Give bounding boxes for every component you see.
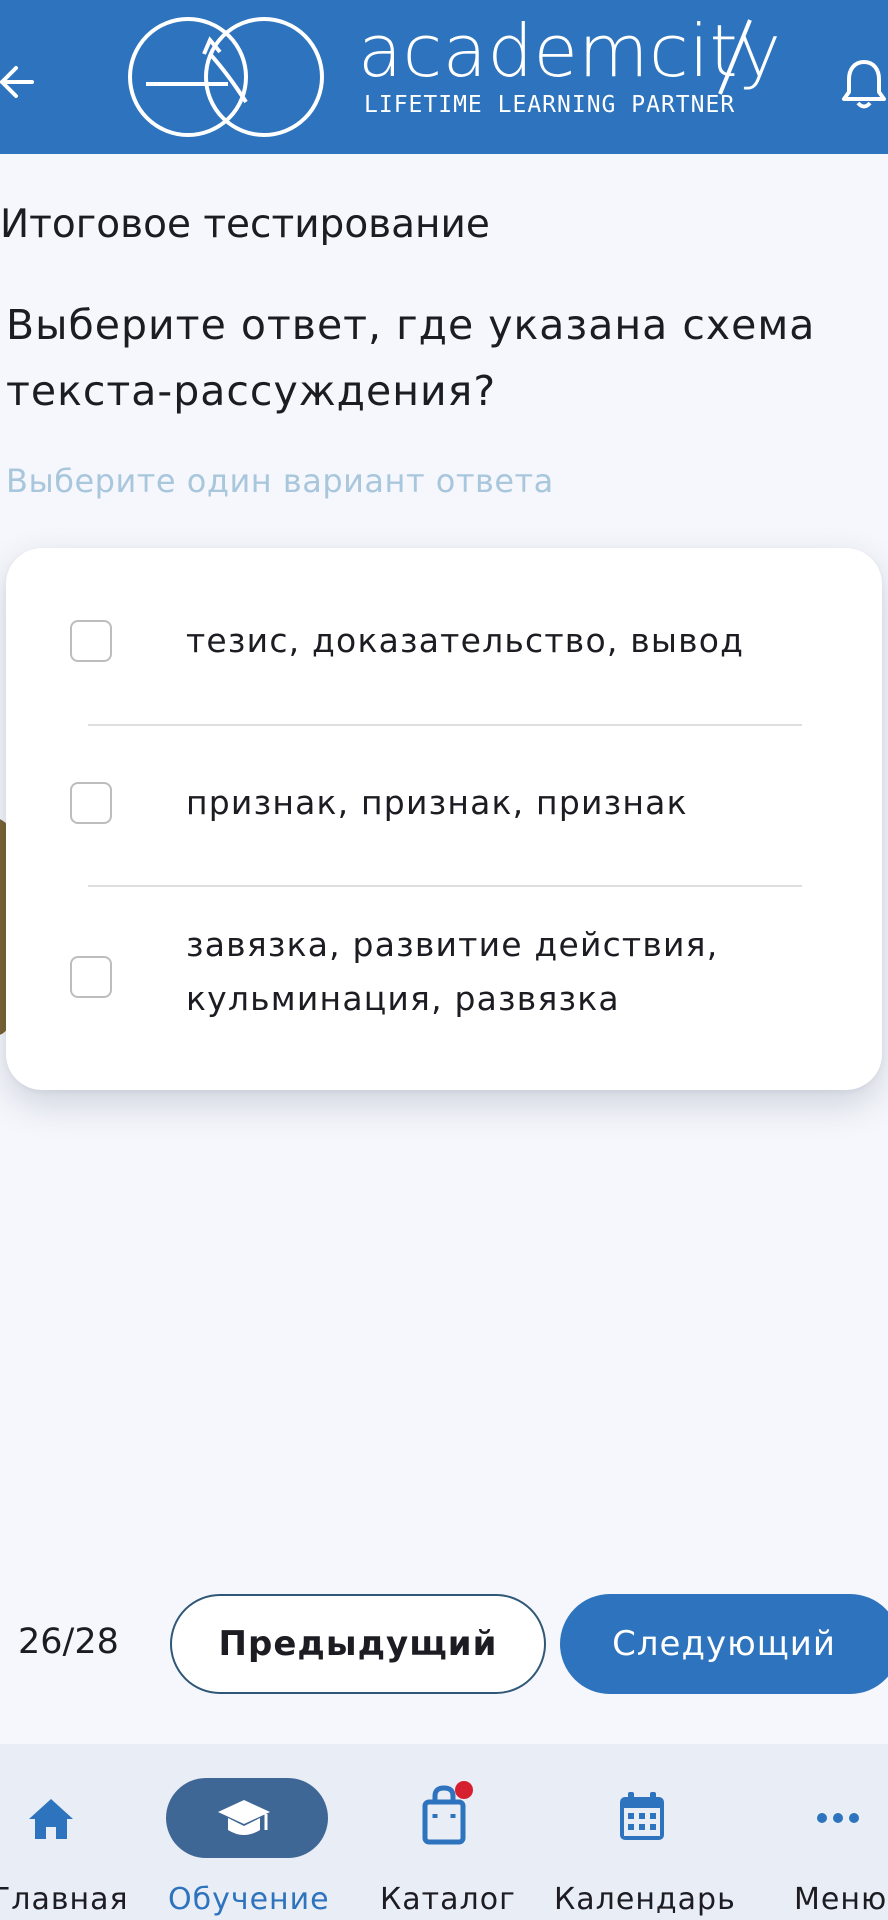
answer-checkbox-3[interactable]	[70, 956, 112, 998]
answer-label-2: признак, признак, признак	[186, 783, 688, 822]
answer-option-1[interactable]: тезис, доказательство, вывод	[6, 548, 882, 728]
academcity-logo-icon	[128, 17, 324, 137]
answer-option-3[interactable]: завязка, развитие действия, кульминация,…	[6, 888, 882, 1088]
answer-label-3: завязка, развитие действия, кульминация,…	[186, 925, 719, 1018]
page-title: Итоговое тестирование	[0, 202, 490, 247]
nav-label-home: Главная	[0, 1882, 129, 1917]
calendar-icon	[620, 1792, 664, 1840]
answer-checkbox-1[interactable]	[70, 620, 112, 662]
app-header: academcity LIFETIME LEARNING PARTNER	[0, 0, 888, 154]
answer-label-1: тезис, доказательство, вывод	[186, 621, 745, 660]
arrow-left-icon[interactable]	[0, 52, 40, 112]
question-text: Выберите ответ, где указана схема текста…	[6, 301, 816, 415]
shopping-bag-icon	[422, 1781, 473, 1845]
nav-item-learning[interactable]: Обучение	[150, 1744, 346, 1920]
answer-checkbox-2[interactable]	[70, 782, 112, 824]
nav-label-learning: Обучение	[168, 1882, 330, 1917]
next-button[interactable]: Следующий	[560, 1594, 888, 1694]
nav-label-menu: Меню	[794, 1882, 888, 1917]
nav-label-calendar: Календарь	[554, 1882, 736, 1917]
bell-icon[interactable]	[840, 56, 888, 112]
previous-button[interactable]: Предыдущий	[170, 1594, 546, 1694]
home-icon	[29, 1799, 73, 1839]
question-counter: 26/28	[18, 1622, 119, 1662]
brand-tagline: LIFETIME LEARNING PARTNER	[364, 92, 736, 118]
nav-item-menu[interactable]: Меню	[780, 1744, 888, 1920]
answer-divider	[88, 724, 802, 726]
answer-hint: Выберите один вариант ответа	[6, 462, 554, 500]
nav-item-calendar[interactable]: Календарь	[542, 1744, 746, 1920]
answer-option-2[interactable]: признак, признак, признак	[6, 728, 882, 888]
nav-item-catalog[interactable]: Каталог	[346, 1744, 542, 1920]
nav-item-home[interactable]: Главная	[0, 1744, 150, 1920]
answers-card: тезис, доказательство, вывод признак, пр…	[6, 548, 882, 1090]
answer-divider	[88, 885, 802, 887]
bottom-navigation: Главная Обучение Каталог Календарь Меню	[0, 1744, 888, 1920]
graduation-cap-icon	[218, 1800, 270, 1835]
more-icon	[817, 1813, 859, 1823]
brand-slash-icon	[718, 19, 752, 95]
nav-label-catalog: Каталог	[380, 1882, 516, 1917]
